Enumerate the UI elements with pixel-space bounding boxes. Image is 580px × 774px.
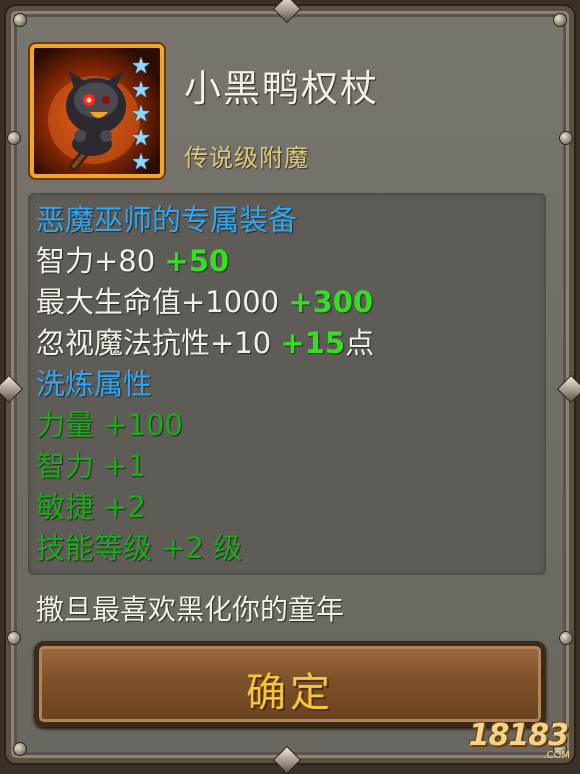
stat-base: 最大生命值+1000 — [36, 285, 289, 319]
stat-line: 洗炼属性 — [36, 361, 152, 403]
star-icon: ★ — [131, 78, 151, 103]
stat-unit: 点 — [345, 326, 375, 360]
reforge-stat: 力量 +100 — [36, 408, 183, 442]
stats-panel: 恶魔巫师的专属装备 智力+80 +50 最大生命值+1000 +300 忽视魔法… — [28, 193, 546, 575]
reforge-stat: 技能等级 +2 级 — [36, 531, 243, 565]
star-icon: ★ — [131, 102, 151, 127]
star-icon: ★ — [131, 126, 151, 151]
confirm-button-label: 确定 — [246, 670, 334, 716]
star-rating: ★ ★ ★ ★ ★ — [126, 56, 156, 174]
stat-line: 敏捷 +2 — [36, 484, 146, 526]
rivet-decoration — [13, 742, 27, 756]
diamond-decoration — [556, 374, 580, 404]
stat-line: 智力+80 +50 — [36, 238, 229, 280]
item-quality: 传说级附魔 — [184, 144, 309, 172]
rivet-decoration — [553, 13, 567, 27]
star-icon: ★ — [131, 150, 151, 175]
diamond-decoration — [0, 374, 24, 404]
site-watermark: 18183 .COM — [468, 709, 572, 761]
stat-line: 技能等级 +2 级 — [36, 525, 242, 567]
diamond-decoration — [272, 745, 302, 774]
rivet-decoration — [13, 13, 27, 27]
stat-base: 忽视魔法抗性+10 — [36, 326, 281, 360]
watermark-suffix: .COM — [543, 750, 570, 761]
stat-bonus: +15 — [280, 326, 346, 360]
exclusive-equipment-label: 恶魔巫师的专属装备 — [36, 203, 298, 237]
stat-bonus: +50 — [164, 244, 230, 278]
item-name: 小黑鸭权杖 — [184, 67, 379, 110]
stat-bonus: +300 — [288, 285, 374, 319]
reforge-stat: 智力 +1 — [36, 449, 146, 483]
item-icon-frame: ★ ★ ★ ★ ★ — [30, 44, 164, 178]
stat-line: 忽视魔法抗性+10 +15点 — [36, 320, 374, 362]
rivet-decoration — [7, 131, 21, 145]
stat-line: 恶魔巫师的专属装备 — [36, 197, 297, 239]
star-icon: ★ — [131, 54, 151, 79]
stat-line: 最大生命值+1000 +300 — [36, 279, 373, 321]
stat-base: 智力+80 — [36, 244, 165, 278]
reforge-stat: 敏捷 +2 — [36, 490, 146, 524]
rivet-decoration — [559, 631, 573, 645]
flavor-text: 撒旦最喜欢黑化你的童年 — [36, 593, 345, 626]
stat-line: 力量 +100 — [36, 402, 183, 444]
rivet-decoration — [559, 131, 573, 145]
watermark-logo-text: 18183 — [468, 718, 569, 753]
rivet-decoration — [7, 631, 21, 645]
confirm-button[interactable]: 确定 — [34, 641, 546, 727]
stat-line: 智力 +1 — [36, 443, 146, 485]
reforge-attributes-label: 洗炼属性 — [36, 367, 153, 401]
diamond-decoration — [272, 0, 302, 24]
